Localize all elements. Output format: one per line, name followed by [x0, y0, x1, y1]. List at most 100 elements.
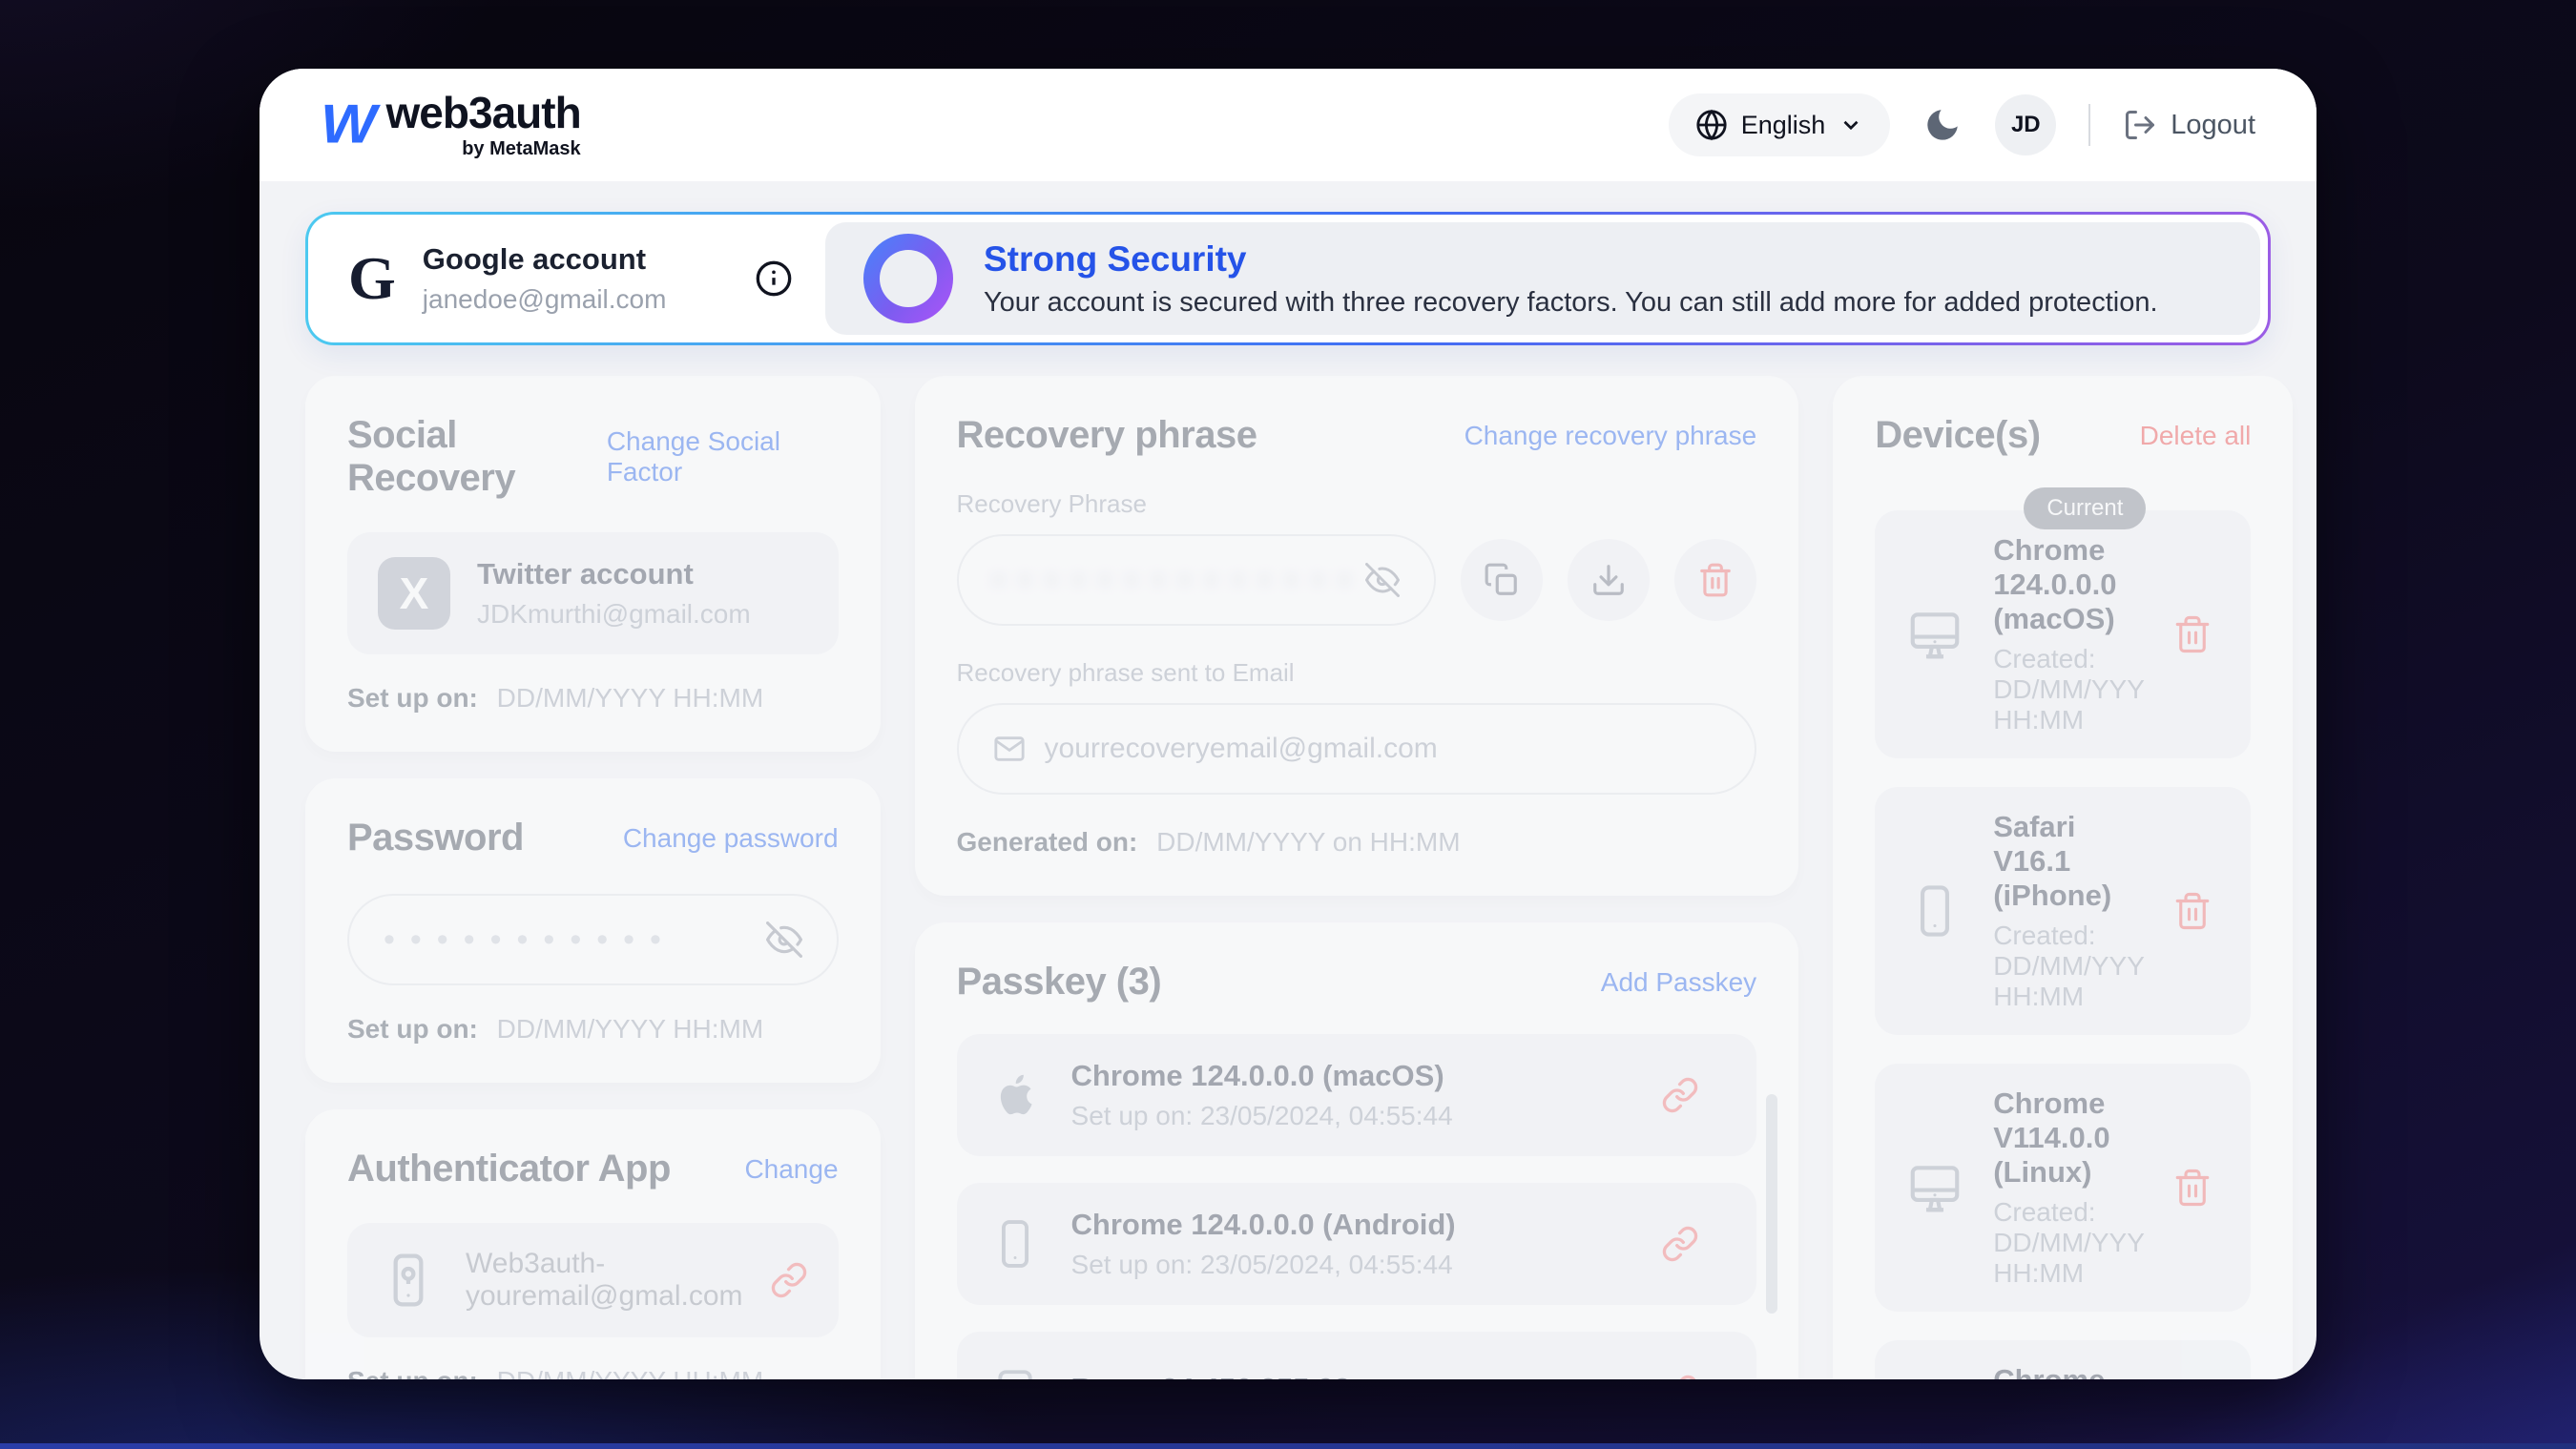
brand-name: web3auth: [386, 91, 581, 135]
passkey-title: Passkey (3): [957, 961, 1162, 1004]
devices-title: Device(s): [1875, 414, 2040, 457]
security-ring-icon: [863, 234, 953, 323]
authenticator-tile: Web3auth-youremail@gmal.com: [347, 1223, 839, 1337]
chevron-down-icon: [1839, 113, 1863, 137]
recovery-email-input[interactable]: yourrecoveryemail@gmail.com: [957, 703, 1757, 795]
google-icon: G: [348, 248, 396, 309]
device-name: Chrome V114.0.0 (Linux): [1993, 1087, 2144, 1190]
delete-device-icon[interactable]: [2172, 891, 2212, 931]
top-bar: W web3auth by MetaMask English JD: [260, 69, 2316, 181]
logout-icon: [2123, 108, 2157, 142]
password-title: Password: [347, 817, 524, 859]
link-icon[interactable]: [1661, 1076, 1699, 1114]
setup-on-label: Set up on:: [347, 1366, 478, 1379]
download-phrase-button[interactable]: [1568, 539, 1650, 621]
recovery-phrase-card: Recovery phrase Change recovery phrase R…: [915, 376, 1799, 896]
setup-on-value: DD/MM/YYYY HH:MM: [497, 1014, 764, 1044]
change-recovery-phrase-link[interactable]: Change recovery phrase: [1465, 421, 1757, 451]
login-provider-section: G Google account janedoe@gmail.com: [316, 222, 825, 335]
brand-byline: by MetaMask: [462, 138, 581, 160]
device-name: Chrome 124.0.0.0 (macOS): [1993, 533, 2144, 636]
recovery-phrase-title: Recovery phrase: [957, 414, 1257, 457]
copy-icon: [1484, 562, 1520, 598]
delete-all-link[interactable]: Delete all: [2140, 421, 2252, 451]
passkey-card: Passkey (3) Add Passkey Chrome 124.0.0.0…: [915, 922, 1799, 1379]
current-device-badge: Current: [2024, 487, 2146, 529]
passkey-name: Chrome 124.0.0.0 (Android): [1071, 1208, 1633, 1242]
logout-label: Logout: [2171, 110, 2255, 141]
device-meta: Created: DD/MM/YYY HH:MM: [1993, 921, 2144, 1012]
delete-device-icon[interactable]: [2172, 614, 2212, 654]
device-row: Chrome V114.0.0 (Android) Created: DD/MM…: [1875, 1340, 2251, 1379]
password-card: Password Change password ••••••••••• Set…: [305, 778, 881, 1083]
security-status-banner: G Google account janedoe@gmail.com Stron…: [305, 212, 2271, 345]
change-password-link[interactable]: Change password: [623, 823, 839, 854]
tablet-icon: [987, 1365, 1043, 1379]
eye-off-icon[interactable]: [766, 921, 802, 958]
passkey-meta: Set up on: 23/05/2024, 04:55:44: [1071, 1250, 1633, 1280]
delete-device-icon[interactable]: [2172, 1168, 2212, 1208]
globe-icon: [1695, 109, 1728, 141]
recovery-email-label: Recovery phrase sent to Email: [957, 658, 1757, 688]
password-masked-value: •••••••••••: [384, 923, 766, 956]
apple-icon: [987, 1067, 1043, 1123]
twitter-account-tile: X Twitter account JDKmurthi@gmail.com: [347, 532, 839, 654]
recovery-phrase-input[interactable]: ••••••••••••••: [957, 534, 1437, 626]
twitter-account-email: JDKmurthi@gmail.com: [477, 599, 808, 630]
link-icon[interactable]: [1661, 1374, 1699, 1379]
user-avatar[interactable]: JD: [1995, 94, 2056, 155]
twitter-account-title: Twitter account: [477, 557, 808, 591]
device-meta: Created: DD/MM/YYY HH:MM: [1993, 644, 2144, 735]
security-level-section: Strong Security Your account is secured …: [825, 222, 2260, 335]
language-selector[interactable]: English: [1669, 93, 1891, 156]
social-recovery-title: Social Recovery: [347, 414, 607, 500]
passkey-scrollbar[interactable]: [1766, 1094, 1777, 1314]
passkey-row: Chrome 124.0.0.0 (macOS) Set up on: 23/0…: [957, 1034, 1757, 1156]
link-icon[interactable]: [1661, 1225, 1699, 1263]
setup-on-label: Set up on:: [347, 1014, 478, 1044]
eye-off-icon[interactable]: [1365, 563, 1400, 597]
setup-on-label: Set up on:: [347, 683, 478, 713]
generated-on-value: DD/MM/YYYY on HH:MM: [1156, 827, 1460, 857]
authenticator-title: Authenticator App: [347, 1148, 671, 1190]
desktop-icon: [1905, 1158, 1964, 1217]
recovery-phrase-masked-value: ••••••••••••••: [993, 564, 1366, 596]
setup-on-value: DD/MM/YYYY HH:MM: [497, 1366, 764, 1379]
add-passkey-link[interactable]: Add Passkey: [1601, 967, 1756, 998]
logout-button[interactable]: Logout: [2123, 108, 2255, 142]
factor-cards-grid: Social Recovery Change Social Factor X T…: [305, 376, 2271, 1379]
password-input[interactable]: •••••••••••: [347, 894, 839, 985]
device-row: Chrome V114.0.0 (Linux) Created: DD/MM/Y…: [1875, 1064, 2251, 1312]
delete-phrase-button[interactable]: [1674, 539, 1756, 621]
setup-on-value: DD/MM/YYYY HH:MM: [497, 683, 764, 713]
devices-card: Device(s) Delete all Current Chrome 124.…: [1833, 376, 2293, 1379]
dark-mode-moon-icon[interactable]: [1922, 105, 1963, 145]
info-icon[interactable]: [755, 259, 793, 298]
unlink-icon[interactable]: [770, 1261, 808, 1299]
web3auth-logo: W web3auth by MetaMask: [321, 91, 581, 160]
copy-phrase-button[interactable]: [1461, 539, 1543, 621]
change-authenticator-link[interactable]: Change: [744, 1154, 838, 1185]
phone-icon: [1905, 881, 1964, 941]
device-meta: Created: DD/MM/YYY HH:MM: [1993, 1197, 2144, 1289]
security-title: Strong Security: [984, 239, 2158, 279]
mail-icon: [993, 733, 1026, 765]
device-name: Chrome V114.0.0 (Android): [1993, 1363, 2144, 1379]
security-description: Your account is secured with three recov…: [984, 287, 2158, 319]
authenticator-phone-icon: [378, 1250, 439, 1311]
twitter-x-icon: X: [378, 557, 450, 630]
device-name: Safari V16.1 (iPhone): [1993, 810, 2144, 913]
generated-on-label: Generated on:: [957, 827, 1138, 857]
passkey-name: Chrome 124.0.0.0 (macOS): [1071, 1059, 1633, 1093]
passkey-row: Rome 24.456.355.98: [957, 1332, 1757, 1379]
app-window: W web3auth by MetaMask English JD: [260, 69, 2316, 1379]
web3auth-logo-icon: W: [321, 97, 373, 152]
device-row: Safari V16.1 (iPhone) Created: DD/MM/YYY…: [1875, 787, 2251, 1035]
passkey-row: Chrome 124.0.0.0 (Android) Set up on: 23…: [957, 1183, 1757, 1305]
recovery-email-value: yourrecoveryemail@gmail.com: [1045, 733, 1438, 765]
device-row: Current Chrome 124.0.0.0 (macOS) Created…: [1875, 510, 2251, 758]
phone-icon: [987, 1216, 1043, 1272]
desktop-icon: [1905, 605, 1964, 664]
change-social-factor-link[interactable]: Change Social Factor: [607, 426, 839, 487]
download-icon: [1590, 562, 1627, 598]
